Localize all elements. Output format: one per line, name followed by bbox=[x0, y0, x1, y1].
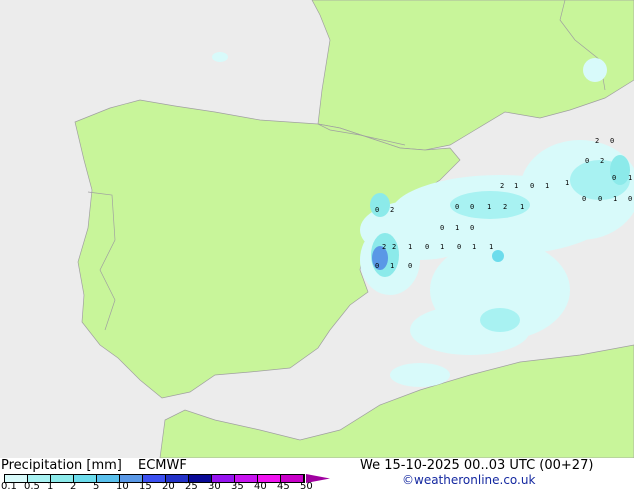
point-value: 1 bbox=[565, 179, 569, 187]
point-value: 0 bbox=[628, 195, 632, 203]
legend-tick: 20 bbox=[162, 481, 175, 492]
point-value: 2 bbox=[600, 157, 604, 165]
point-value: 1 bbox=[487, 203, 491, 211]
point-value: 0 bbox=[457, 243, 461, 251]
legend-tick: 10 bbox=[116, 481, 129, 492]
precip-area bbox=[390, 363, 450, 387]
datetime: We 15-10-2025 00..03 UTC (00+27) bbox=[360, 458, 594, 473]
legend-tick: 40 bbox=[254, 481, 267, 492]
point-value: 1 bbox=[613, 195, 617, 203]
point-value: 2 bbox=[390, 206, 394, 214]
point-value: 0 bbox=[612, 174, 616, 182]
precip-area bbox=[492, 250, 504, 262]
point-value: 0 bbox=[610, 137, 614, 145]
point-value: 0 bbox=[585, 157, 589, 165]
legend-tick: 30 bbox=[208, 481, 221, 492]
point-value: 0 bbox=[425, 243, 429, 251]
legend-tick: 15 bbox=[139, 481, 152, 492]
point-value: 1 bbox=[440, 243, 444, 251]
map-title: Precipitation [mm] bbox=[1, 458, 122, 473]
point-value: 1 bbox=[390, 262, 394, 270]
point-value: 2 bbox=[500, 182, 504, 190]
point-value: 1 bbox=[520, 203, 524, 211]
point-value: 0 bbox=[470, 224, 474, 232]
point-value: 0 bbox=[598, 195, 602, 203]
point-value: 1 bbox=[455, 224, 459, 232]
point-value: 0 bbox=[530, 182, 534, 190]
point-value: 0 bbox=[375, 262, 379, 270]
point-value: 1 bbox=[472, 243, 476, 251]
legend-tick: 50 bbox=[300, 481, 313, 492]
point-value: 2 bbox=[595, 137, 599, 145]
legend-tick: 5 bbox=[93, 481, 100, 492]
point-value: 1 bbox=[489, 243, 493, 251]
model-name: ECMWF bbox=[138, 458, 187, 473]
point-value: 1 bbox=[514, 182, 518, 190]
point-value: 2 bbox=[392, 243, 396, 251]
point-value: 1 bbox=[408, 243, 412, 251]
legend-tick: 1 bbox=[47, 481, 54, 492]
point-value: 0 bbox=[470, 203, 474, 211]
point-value: 0 bbox=[408, 262, 412, 270]
precip-area bbox=[583, 58, 607, 82]
legend-tick: 0.1 bbox=[1, 481, 17, 492]
precip-area bbox=[370, 193, 390, 217]
precip-area bbox=[212, 52, 228, 62]
legend-tick: 25 bbox=[185, 481, 198, 492]
point-value: 1 bbox=[545, 182, 549, 190]
point-value: 2 bbox=[382, 243, 386, 251]
point-value: 0 bbox=[455, 203, 459, 211]
legend-tick: 2 bbox=[70, 481, 77, 492]
point-value: 0 bbox=[375, 206, 379, 214]
legend-tick: 45 bbox=[277, 481, 290, 492]
point-value: 0 bbox=[440, 224, 444, 232]
point-value: 0 bbox=[582, 195, 586, 203]
credit-link[interactable]: ©weatheronline.co.uk bbox=[402, 473, 535, 487]
precip-area bbox=[480, 308, 520, 332]
point-value: 2 bbox=[503, 203, 507, 211]
precipitation-map[interactable]: 0 2 0 0 1 2 12 2 1 0 1 0 1 10 1 02 1 0 1 10 0 1 00 1 00 20 12 0 bbox=[0, 0, 634, 458]
point-value: 1 bbox=[628, 174, 632, 182]
legend-tick: 35 bbox=[231, 481, 244, 492]
legend-tick: 0.5 bbox=[24, 481, 40, 492]
